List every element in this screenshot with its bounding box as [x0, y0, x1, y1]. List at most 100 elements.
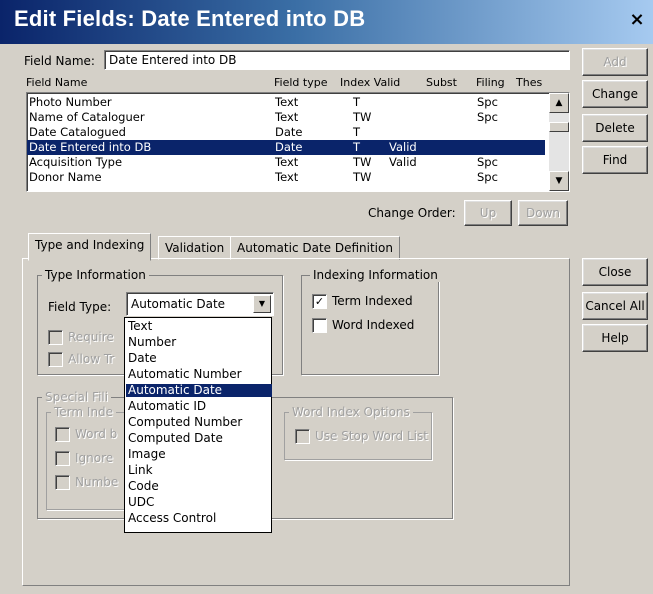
row-valid: Valid — [389, 140, 417, 154]
ignore-label: Ignore — [75, 451, 114, 465]
tab-automatic-date-definition[interactable]: Automatic Date Definition — [230, 236, 400, 260]
tab-type-indexing[interactable]: Type and Indexing — [28, 233, 152, 261]
row-type: Text — [275, 155, 299, 169]
title-bar: Edit Fields: Date Entered into DB × — [0, 0, 653, 44]
field-type-select[interactable]: Automatic Date ▼ — [126, 292, 274, 316]
col-index-valid[interactable]: Index Valid — [340, 76, 400, 89]
col-subst[interactable]: Subst — [426, 76, 457, 89]
find-button[interactable]: Find — [582, 146, 648, 174]
row-valid: Valid — [389, 155, 417, 169]
row-name: Date Catalogued — [29, 125, 126, 139]
row-index: T — [353, 95, 361, 109]
row-type: Text — [275, 110, 299, 124]
word-b-label: Word b — [75, 427, 118, 441]
row-filing: Spc — [477, 95, 498, 109]
dropdown-option[interactable]: Image — [126, 448, 272, 461]
dropdown-option[interactable]: Text — [126, 320, 272, 333]
field-name-value: Date Entered into DB — [109, 53, 237, 67]
word-index-options-group: Word Index Options Use Stop Word List — [284, 405, 432, 460]
cancel-all-button[interactable]: Cancel All — [582, 292, 648, 320]
close-button[interactable]: Close — [582, 258, 648, 286]
help-button[interactable]: Help — [582, 324, 648, 352]
row-filing: Spc — [477, 155, 498, 169]
add-button[interactable]: Add — [582, 48, 648, 76]
list-scrollbar[interactable]: ▲ ▼ — [549, 93, 569, 191]
field-type-label: Field Type: — [48, 300, 112, 314]
list-item-selected[interactable]: Date Entered into DB Date T Valid — [27, 140, 545, 155]
row-name: Donor Name — [29, 170, 102, 184]
scroll-thumb[interactable] — [549, 122, 569, 132]
list-item[interactable]: Name of Cataloguer Text TW Spc — [27, 110, 545, 125]
dropdown-option[interactable]: Link — [126, 464, 272, 477]
scroll-down-icon[interactable]: ▼ — [549, 171, 569, 191]
field-type-dropdown[interactable]: Text Number Date Automatic Number Automa… — [124, 317, 272, 533]
col-filing[interactable]: Filing — [476, 76, 505, 89]
move-up-button[interactable]: Up — [464, 200, 512, 226]
term-index-title: Term Inde — [51, 405, 117, 419]
list-item[interactable]: Date Catalogued Date T — [27, 125, 545, 140]
col-thes[interactable]: Thes — [516, 76, 542, 89]
dropdown-option[interactable]: Access Control — [126, 512, 272, 525]
row-index: TW — [353, 155, 372, 169]
dropdown-option[interactable]: Code — [126, 480, 272, 493]
row-name: Name of Cataloguer — [29, 110, 145, 124]
dropdown-option[interactable]: Computed Date — [126, 432, 272, 445]
use-stop-word-label: Use Stop Word List — [315, 429, 428, 443]
col-field-name[interactable]: Field Name — [26, 76, 87, 89]
word-indexed-label: Word Indexed — [332, 318, 415, 332]
word-indexed-checkbox[interactable] — [312, 318, 327, 333]
delete-button[interactable]: Delete — [582, 114, 648, 142]
field-name-input[interactable]: Date Entered into DB — [104, 50, 570, 70]
field-type-value: Automatic Date — [131, 297, 226, 311]
number-checkbox[interactable] — [55, 475, 70, 490]
word-index-options-title: Word Index Options — [289, 405, 413, 419]
close-icon[interactable]: × — [627, 10, 647, 30]
require-label: Require — [68, 330, 114, 344]
fields-list[interactable]: Photo Number Text T Spc Name of Catalogu… — [26, 92, 570, 192]
list-item[interactable]: Photo Number Text T Spc — [27, 95, 545, 110]
require-checkbox[interactable] — [48, 330, 63, 345]
number-label: Numbe — [75, 475, 119, 489]
window-title: Edit Fields: Date Entered into DB — [14, 6, 366, 31]
row-name: Date Entered into DB — [29, 140, 152, 154]
change-button[interactable]: Change — [582, 80, 648, 108]
row-index: TW — [353, 170, 372, 184]
dropdown-option[interactable]: Computed Number — [126, 416, 272, 429]
row-index: TW — [353, 110, 372, 124]
special-filing-title: Special Fili — [42, 390, 112, 404]
dropdown-option[interactable]: Automatic Number — [126, 368, 272, 381]
row-type: Text — [275, 95, 299, 109]
allow-checkbox[interactable] — [48, 352, 63, 367]
col-field-type[interactable]: Field type — [274, 76, 327, 89]
row-name: Acquisition Type — [29, 155, 123, 169]
row-type: Date — [275, 125, 303, 139]
row-index: T — [353, 125, 361, 139]
indexing-information-group: Indexing Information ✓ Term Indexed Word… — [301, 268, 441, 375]
dropdown-option[interactable]: Automatic ID — [126, 400, 272, 413]
list-item[interactable]: Acquisition Type Text TW Valid Spc — [27, 155, 545, 170]
dropdown-option-selected[interactable]: Automatic Date — [126, 384, 272, 397]
field-name-label: Field Name: — [24, 54, 95, 68]
dropdown-option[interactable]: UDC — [126, 496, 272, 509]
ignore-checkbox[interactable] — [55, 451, 70, 466]
dropdown-option[interactable]: Number — [126, 336, 272, 349]
move-down-button[interactable]: Down — [518, 200, 568, 226]
row-name: Photo Number — [29, 95, 112, 109]
dropdown-option[interactable]: Date — [126, 352, 272, 365]
row-type: Text — [275, 170, 299, 184]
change-order-label: Change Order: — [368, 206, 456, 220]
chevron-down-icon[interactable]: ▼ — [253, 295, 271, 313]
list-item[interactable]: Donor Name Text TW Spc — [27, 170, 545, 185]
type-information-title: Type Information — [42, 268, 149, 282]
row-type: Date — [275, 140, 303, 154]
term-indexed-checkbox[interactable]: ✓ — [312, 294, 327, 309]
word-b-checkbox[interactable] — [55, 427, 70, 442]
row-filing: Spc — [477, 170, 498, 184]
allow-label: Allow Tr — [68, 352, 115, 366]
use-stop-word-checkbox[interactable] — [295, 429, 310, 444]
row-index: T — [353, 140, 361, 154]
tab-panel: Type Information Field Type: Require All… — [22, 258, 570, 586]
indexing-information-title: Indexing Information — [310, 268, 441, 282]
scroll-up-icon[interactable]: ▲ — [549, 93, 569, 113]
tab-validation[interactable]: Validation — [158, 236, 232, 260]
